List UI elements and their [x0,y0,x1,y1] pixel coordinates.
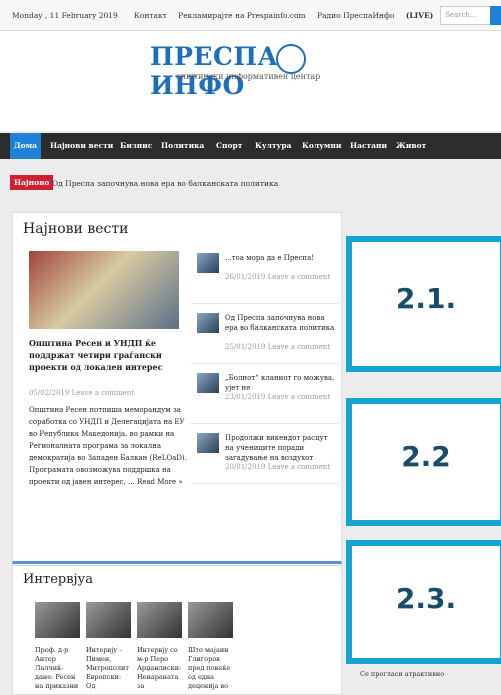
contact-link[interactable]: Контакт [134,11,167,20]
ad-label: 2.3. [395,582,457,615]
nav-home[interactable]: Дома [10,133,42,159]
interview-caption[interactable]: Проф. д-р Антер Лалчиќ-дане: Ресен на пр… [35,646,80,691]
ad-label: 2.1. [395,282,457,315]
side-item-meta: 25/01/2019 Leave a comment [225,343,331,351]
search-button[interactable] [490,6,501,25]
nav-politics[interactable]: Политика [161,133,204,159]
interview-thumb[interactable] [188,602,233,638]
side-item-meta: 26/01/2019 Leave a comment [225,273,331,281]
main-article-meta: 05/02/2019 Leave a comment [29,389,135,397]
date-label: Monday , 11 February 2019 [12,11,118,20]
logo-title: ПРЕСПА ИНФО [150,42,279,100]
interview-thumb[interactable] [86,602,131,638]
main-article-image[interactable] [29,251,179,329]
interview-thumb[interactable] [137,602,182,638]
interviews-title: Интервјуа [23,572,93,587]
side-item[interactable]: Од Преспа започнува нова ера во балканск… [191,309,339,364]
side-item[interactable]: ...тоа мора да е Преспа! 26/01/2019 Leave… [191,249,339,304]
logo-subtitle: општински информативен центар [176,72,321,81]
side-item-meta: 20/01/2019 Leave a comment [225,463,331,471]
radio-link[interactable]: Радио ПреспаИнфо (LIVE) [317,11,442,20]
side-thumb [197,253,219,273]
main-article-title[interactable]: Општина Ресен и УНДП ќе поддржат четири … [29,337,189,373]
interview-caption[interactable]: Интервју со м-р Перо Арџанлиски: Ненаран… [137,646,182,691]
side-item-title: „Болнот“ кланиот го можува, ујет не [225,374,335,392]
site-logo[interactable]: ПРЕСПА ИНФО општински информативен цента… [150,42,370,112]
search-input[interactable]: Search... [440,6,492,25]
nav-life[interactable]: Живот [396,133,426,159]
interview-caption[interactable]: Што мајаин Глигоров пред повеќе од една … [188,646,233,691]
nav-culture[interactable]: Култура [255,133,291,159]
latest-title: Најнови вести [23,221,129,237]
side-item-title: Продолжи викендот расцут на учениците по… [225,434,328,462]
main-nav: Дома Најнови вести Бизнис Политика Спорт… [0,133,501,159]
news-ticker: Најново Од Преспа започнува нова ера во … [10,175,501,191]
interview-thumbs [35,602,233,638]
advertise-link[interactable]: Рекламирајте на Prespainfo.com [178,11,305,20]
ad-slot-2-3[interactable]: 2.3. [346,540,501,664]
top-bar: Monday , 11 February 2019 Контакт Реклам… [0,0,501,31]
live-badge: (LIVE) [405,11,434,20]
nav-business[interactable]: Бизнис [120,133,152,159]
interview-caption[interactable]: Интервју – Пимен, Митрополит Европски: О… [86,646,131,691]
ad-label: 2.2 [401,440,451,473]
ticker-text[interactable]: Од Преспа започнува нова ера во балканск… [52,179,278,188]
ad-slot-2-2[interactable]: 2.2 [346,398,501,526]
top-links: Контакт Рекламирајте на Prespainfo.com Р… [134,11,451,20]
interview-thumb[interactable] [35,602,80,638]
side-thumb [197,433,219,453]
nav-sport[interactable]: Спорт [216,133,242,159]
side-thumb [197,313,219,333]
side-list: ...тоа мора да е Преспа! 26/01/2019 Leave… [191,249,339,489]
side-item-title: Од Преспа започнува нова ера во балканск… [225,314,335,332]
side-item-meta: 23/01/2019 Leave a comment [225,393,331,401]
side-item[interactable]: Продолжи викендот расцут на учениците по… [191,429,339,484]
side-item[interactable]: „Болнот“ кланиот го можува, ујет не 23/01… [191,369,339,424]
nav-latest[interactable]: Најнови вести [50,133,113,159]
side-thumb [197,373,219,393]
interviews: Интервјуа Проф. д-р Антер Лалчиќ-дане: Р… [12,565,342,695]
main-article-body: Општина Ресен потпиша меморандум за сора… [29,406,187,486]
right-bottom-text: Се прогласи атрактивно [360,670,445,678]
nav-columns[interactable]: Колумни [302,133,341,159]
nav-events[interactable]: Настани [350,133,387,159]
latest-news: Најнови вести Општина Ресен и УНДП ќе по… [12,212,342,564]
side-item-title: ...тоа мора да е Преспа! [225,254,315,262]
ad-slot-2-1[interactable]: 2.1. [346,236,501,372]
ticker-badge: Најново [10,175,54,190]
info-icon [276,44,306,74]
interview-captions: Проф. д-р Антер Лалчиќ-дане: Ресен на пр… [35,646,233,691]
